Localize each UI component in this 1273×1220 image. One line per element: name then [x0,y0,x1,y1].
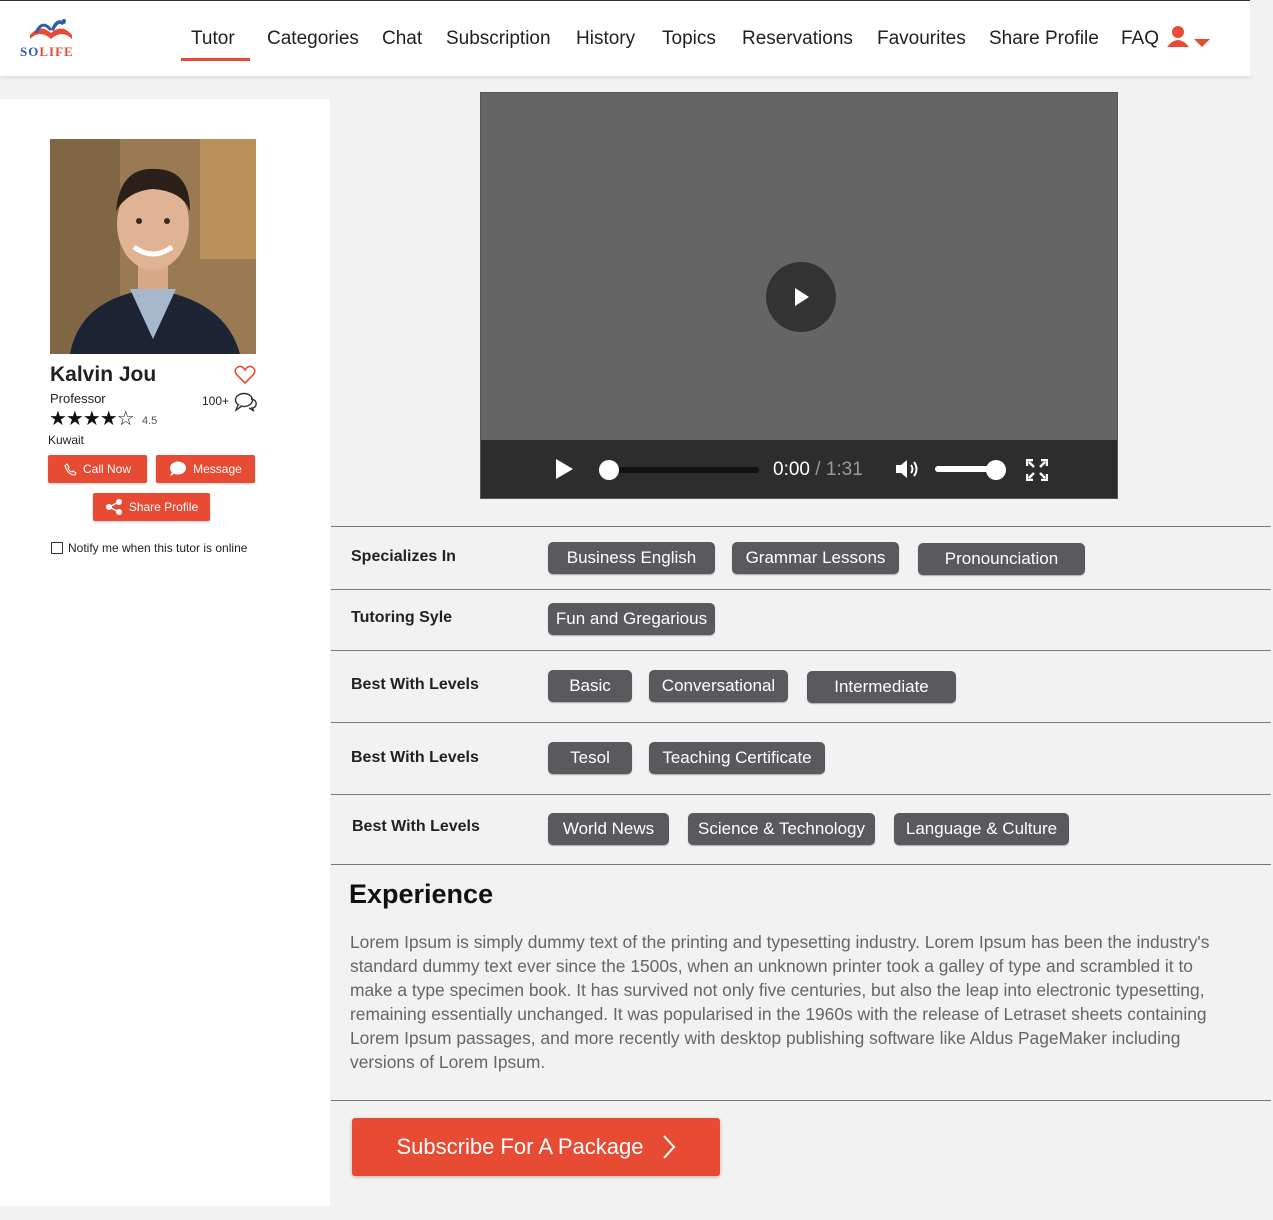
specializes-label: Specializes In [351,548,456,565]
tag-conversational: Conversational [649,670,788,702]
control-play-button[interactable] [554,458,574,485]
time-display: 0:00 / 1:31 [773,459,863,481]
logo-text: SOLIFE [20,44,74,59]
chevron-right-icon [662,1135,675,1159]
notify-label: Notify me when this tutor is online [68,541,248,555]
user-icon [1167,26,1210,47]
experience-text: Lorem Ipsum is simply dummy text of the … [350,932,1210,1072]
levels-label: Best With Levels [351,676,479,693]
speech-bubble-icon [170,461,187,476]
tag-fun-and-gregarious: Fun and Gregarious [548,603,715,635]
message-button[interactable]: Message [156,455,255,483]
tag-world-news: World News [548,813,669,845]
video-controls: 0:00 / 1:31 [481,440,1117,498]
tag-intermediate: Intermediate [807,671,956,703]
chat-bubbles-icon [234,392,258,417]
nav-tutor[interactable]: Tutor [181,28,250,61]
nav-favourites[interactable]: Favourites [877,28,966,50]
chevron-down-icon [1194,39,1210,47]
tag-pronounciation: Pronounciation [918,543,1085,575]
volume-handle[interactable] [986,460,1006,480]
call-now-label: Call Now [82,462,131,476]
tutor-photo [50,139,256,354]
tutor-name: Kalvin Jou [50,363,157,386]
row-divider [331,722,1271,723]
subscribe-package-button[interactable]: Subscribe For A Package [352,1118,720,1176]
phone-icon [64,462,77,476]
intro-video-player[interactable]: 0:00 / 1:31 [480,92,1118,499]
volume-icon[interactable] [894,458,922,485]
nav-faq[interactable]: FAQ [1121,28,1159,50]
tag-science-technology: Science & Technology [688,813,875,845]
row-divider [331,1100,1271,1101]
fullscreen-icon[interactable] [1025,458,1049,486]
row-divider [331,589,1271,590]
duration: 1:31 [825,459,863,480]
progress-bar[interactable] [606,467,759,473]
message-label: Message [193,462,242,476]
experience-heading: Experience [349,879,494,909]
share-profile-button[interactable]: Share Profile [93,493,210,521]
user-menu[interactable] [1166,25,1212,51]
nav-chat[interactable]: Chat [382,28,422,50]
subscribe-label: Subscribe For A Package [396,1134,644,1159]
nav-categories[interactable]: Categories [267,28,359,50]
tag-language-culture: Language & Culture [894,813,1069,845]
star-rating: ★★★★☆ [49,408,135,430]
tag-tesol: Tesol [548,742,632,774]
row-divider [331,794,1271,795]
play-icon [556,459,573,479]
review-count: 100+ [202,394,230,408]
call-now-button[interactable]: Call Now [48,455,147,483]
tag-business-english: Business English [548,542,715,574]
tutor-title: Professor [50,391,106,406]
tag-grammar-lessons: Grammar Lessons [732,542,899,574]
play-button[interactable] [766,262,836,332]
book-bird-icon [30,19,72,39]
solife-logo[interactable]: SOLIFE [18,13,80,61]
topics-label: Best With Levels [352,818,480,835]
nav-reservations[interactable]: Reservations [742,28,853,50]
nav-share-profile[interactable]: Share Profile [989,28,1099,50]
tutor-sidebar: Kalvin Jou Professor 100+ ★★★★☆ 4.5 Kuwa… [0,99,330,1206]
share-icon [105,499,122,515]
row-divider [331,650,1271,651]
top-header: SOLIFE Tutor Categories Chat Subscriptio… [0,0,1252,76]
share-profile-label: Share Profile [128,500,199,514]
time-separator: / [809,459,826,480]
tutor-location: Kuwait [48,433,85,447]
current-time: 0:00 [773,459,810,480]
certifications-label: Best With Levels [351,749,479,766]
rating-value: 4.5 [142,415,158,427]
heart-icon[interactable] [234,365,256,390]
play-icon [795,288,809,306]
nav-topics[interactable]: Topics [662,28,716,50]
notify-online: Notify me when this tutor is online [51,541,247,555]
tag-teaching-certificate: Teaching Certificate [649,742,825,774]
nav-subscription[interactable]: Subscription [446,28,551,50]
row-divider [331,526,1271,527]
tutoring-style-label: Tutoring Syle [351,609,453,626]
notify-checkbox[interactable] [51,542,63,554]
tag-basic: Basic [548,670,632,702]
progress-handle[interactable] [599,460,619,480]
header-edge [1250,0,1273,76]
nav-history[interactable]: History [576,28,635,50]
row-divider [331,864,1271,865]
